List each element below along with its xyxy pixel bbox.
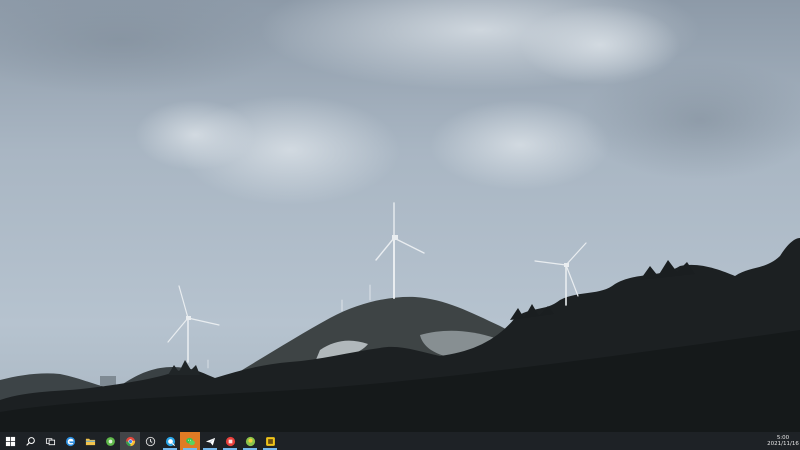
wechat-icon: [185, 437, 195, 445]
task-view-icon: [45, 437, 55, 445]
green-app-button[interactable]: [100, 432, 120, 450]
red-circle-icon: [225, 436, 235, 446]
system-clock[interactable]: 5:00 2021/11/16: [766, 432, 800, 450]
chrome-button[interactable]: [120, 432, 140, 450]
windows-logo-icon: [5, 436, 15, 446]
green-circle-icon: [105, 436, 115, 446]
qq-browser-button[interactable]: [160, 432, 180, 450]
green-yellow-circle-icon: [245, 436, 255, 446]
clock-app-button[interactable]: [140, 432, 160, 450]
start-button[interactable]: [0, 432, 20, 450]
search-button[interactable]: [20, 432, 40, 450]
clock-icon: [145, 436, 155, 446]
paper-plane-icon: [205, 437, 215, 446]
task-view-button[interactable]: [40, 432, 60, 450]
desktop-wallpaper: [0, 0, 800, 432]
green-yellow-app-button[interactable]: [240, 432, 260, 450]
chrome-icon: [125, 436, 135, 446]
wechat-button[interactable]: [180, 432, 200, 450]
yellow-square-icon: [265, 436, 275, 446]
taskbar: 5:00 2021/11/16: [0, 432, 800, 450]
clock-date: 2021/11/16: [767, 441, 799, 447]
file-explorer-button[interactable]: [80, 432, 100, 450]
edge-icon: [65, 436, 75, 446]
yellow-app-button[interactable]: [260, 432, 280, 450]
feishu-button[interactable]: [200, 432, 220, 450]
wind-turbine-landscape-image: [0, 0, 800, 432]
qq-browser-icon: [165, 436, 175, 446]
folder-icon: [85, 438, 95, 445]
red-app-button[interactable]: [220, 432, 240, 450]
search-icon: [25, 436, 35, 446]
edge-button[interactable]: [60, 432, 80, 450]
